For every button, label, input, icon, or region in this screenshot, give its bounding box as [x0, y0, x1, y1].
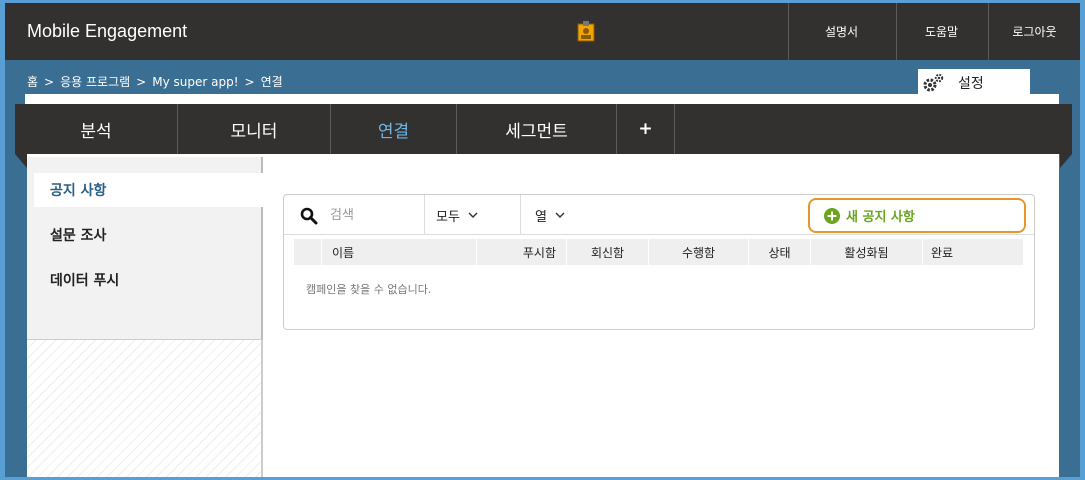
breadcrumb-separator: > — [244, 74, 255, 89]
column-header-actioned[interactable]: 수행함 — [648, 239, 748, 265]
tab-segments[interactable]: 세그먼트 — [457, 104, 617, 154]
plus-circle-icon — [824, 207, 840, 224]
side-item-data-push[interactable]: 데이터 푸시 — [34, 263, 264, 297]
new-announcement-label: 새 공지 사항 — [846, 210, 915, 225]
breadcrumb-separator: > — [44, 74, 55, 89]
breadcrumb-app[interactable]: My super app! — [152, 75, 238, 89]
settings-label: 설정 — [958, 75, 984, 92]
docs-link[interactable]: 설명서 — [788, 3, 894, 60]
columns-label: 열 — [535, 209, 547, 225]
main-nav: 분석 모니터 연결 세그먼트 + — [15, 104, 1072, 154]
filter-dropdown[interactable]: 모두 — [425, 195, 521, 235]
search-input[interactable] — [330, 205, 420, 225]
column-header-replied[interactable]: 회신함 — [566, 239, 648, 265]
filter-label: 모두 — [436, 209, 460, 225]
tab-monitor[interactable]: 모니터 — [178, 104, 331, 154]
nav-fold-left — [15, 154, 27, 168]
column-header-completed[interactable]: 완료 — [922, 239, 1023, 265]
column-header-pushed[interactable]: 푸시함 — [476, 239, 566, 265]
campaign-panel: 모두 열 새 공지 사항 — [283, 194, 1035, 330]
side-nav: 공지 사항 설문 조사 데이터 푸시 — [27, 157, 264, 340]
chevron-down-icon — [555, 212, 565, 218]
settings-button[interactable]: 설정 — [918, 69, 1030, 96]
column-header-activated[interactable]: 활성화됨 — [810, 239, 922, 265]
breadcrumb-separator: > — [136, 74, 147, 89]
nav-strip — [25, 94, 1059, 104]
column-header-status[interactable]: 상태 — [748, 239, 810, 265]
nav-fold-right — [1060, 154, 1072, 168]
app-frame: Mobile Engagement 설명서 도움말 로그아웃 홈 > 응용 프로… — [5, 3, 1080, 477]
side-nav-filler — [27, 340, 263, 477]
id-badge-icon — [577, 21, 595, 42]
content-area: 공지 사항 설문 조사 데이터 푸시 모두 — [27, 154, 1059, 477]
campaign-toolbar: 모두 열 새 공지 사항 — [284, 195, 1034, 235]
breadcrumb-home[interactable]: 홈 — [27, 73, 38, 90]
top-header: Mobile Engagement 설명서 도움말 로그아웃 — [5, 3, 1080, 60]
new-announcement-button[interactable]: 새 공지 사항 — [808, 198, 1026, 233]
chevron-down-icon — [468, 212, 478, 218]
breadcrumb-current: 연결 — [260, 75, 283, 89]
side-item-announcements[interactable]: 공지 사항 — [34, 173, 264, 207]
tab-analytics[interactable]: 분석 — [15, 104, 178, 154]
table-header: 이름 푸시함 회신함 수행함 상태 활성화됨 완료 — [293, 239, 1023, 265]
add-tab-button[interactable]: + — [617, 104, 675, 154]
select-column-header[interactable] — [293, 239, 321, 265]
search-icon — [300, 207, 318, 225]
column-header-name[interactable]: 이름 — [321, 239, 476, 265]
breadcrumb: 홈 > 응용 프로그램 > My super app! > 연결 — [27, 73, 283, 90]
help-link[interactable]: 도움말 — [896, 3, 986, 60]
search-box — [284, 195, 425, 235]
app-title: Mobile Engagement — [27, 21, 188, 41]
logout-link[interactable]: 로그아웃 — [988, 3, 1080, 60]
top-links: 설명서 도움말 로그아웃 — [788, 3, 1080, 60]
tab-connect[interactable]: 연결 — [331, 104, 457, 154]
empty-table-message: 캠페인을 찾을 수 없습니다. — [306, 283, 432, 296]
columns-dropdown[interactable]: 열 — [521, 195, 601, 235]
gears-icon — [923, 73, 944, 91]
breadcrumb-apps[interactable]: 응용 프로그램 — [60, 73, 130, 90]
side-item-polls[interactable]: 설문 조사 — [34, 218, 264, 252]
